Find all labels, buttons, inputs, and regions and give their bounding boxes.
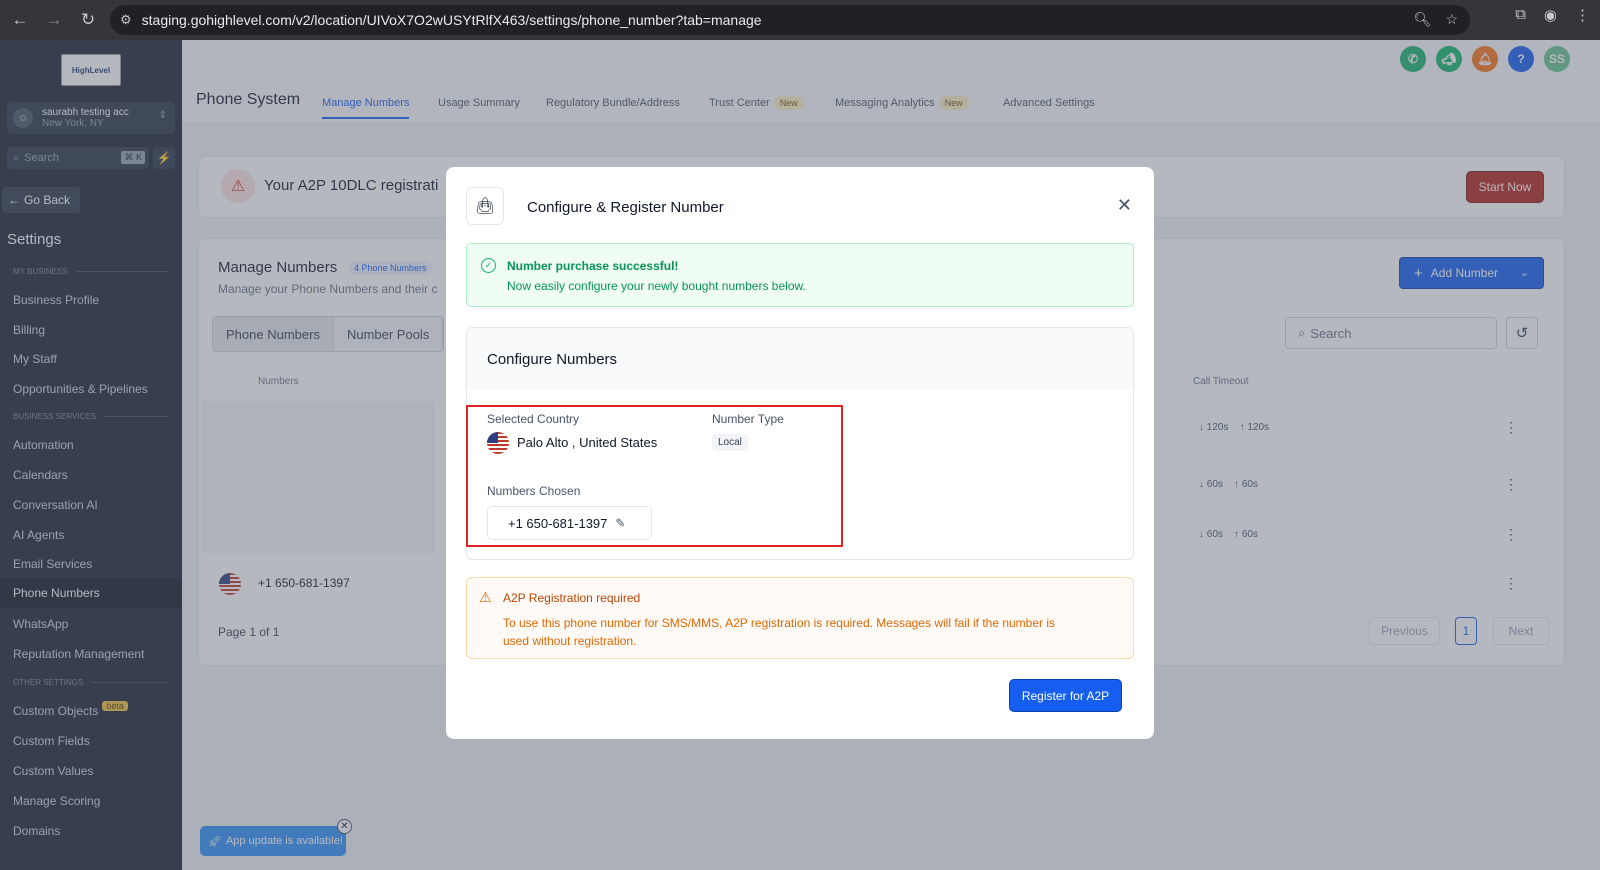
warning-text: To use this phone number for SMS/MMS, A2… — [503, 616, 1056, 648]
check-circle-icon: ✓ — [481, 258, 496, 273]
warning-triangle-icon: ⚠ — [479, 589, 492, 605]
back-arrow-icon[interactable]: ← — [6, 6, 34, 34]
address-bar[interactable]: ⚙ staging.gohighlevel.com/v2/location/UI… — [110, 5, 1470, 35]
extensions-icon[interactable]: ⧉ — [1515, 6, 1526, 24]
browser-menu-icon[interactable]: ⋮ — [1575, 6, 1590, 24]
success-text: Now easily configure your newly bought n… — [507, 279, 806, 293]
configure-numbers-title: Configure Numbers — [487, 351, 618, 368]
configure-numbers-header: Configure Numbers — [467, 328, 1133, 390]
bookmark-star-icon[interactable]: ☆ — [1445, 11, 1458, 28]
forward-arrow-icon[interactable]: → — [40, 6, 68, 34]
reload-icon[interactable]: ↻ — [74, 6, 102, 34]
warning-title: A2P Registration required — [503, 591, 641, 605]
success-alert: ✓ Number purchase successful! Now easily… — [466, 243, 1134, 307]
a2p-warning-alert: ⚠ A2P Registration required To use this … — [466, 577, 1134, 659]
site-info-icon[interactable]: ⚙ — [120, 12, 132, 28]
browser-toolbar: ← → ↻ ⚙ staging.gohighlevel.com/v2/locat… — [0, 0, 1600, 40]
shopping-bag-icon: 👜︎ — [466, 187, 504, 225]
profile-icon[interactable]: ◉ — [1544, 6, 1557, 24]
modal-title: Configure & Register Number — [527, 199, 724, 216]
success-title: Number purchase successful! — [507, 259, 679, 273]
highlight-box — [466, 405, 843, 547]
configure-register-modal: 👜︎ Configure & Register Number ✕ ✓ Numbe… — [446, 167, 1154, 739]
zoom-icon[interactable]: 🔍︎ — [1414, 11, 1432, 28]
register-a2p-button[interactable]: Register for A2P — [1009, 679, 1122, 712]
close-icon[interactable]: ✕ — [1117, 195, 1132, 216]
url-text: staging.gohighlevel.com/v2/location/UIVo… — [141, 12, 762, 28]
